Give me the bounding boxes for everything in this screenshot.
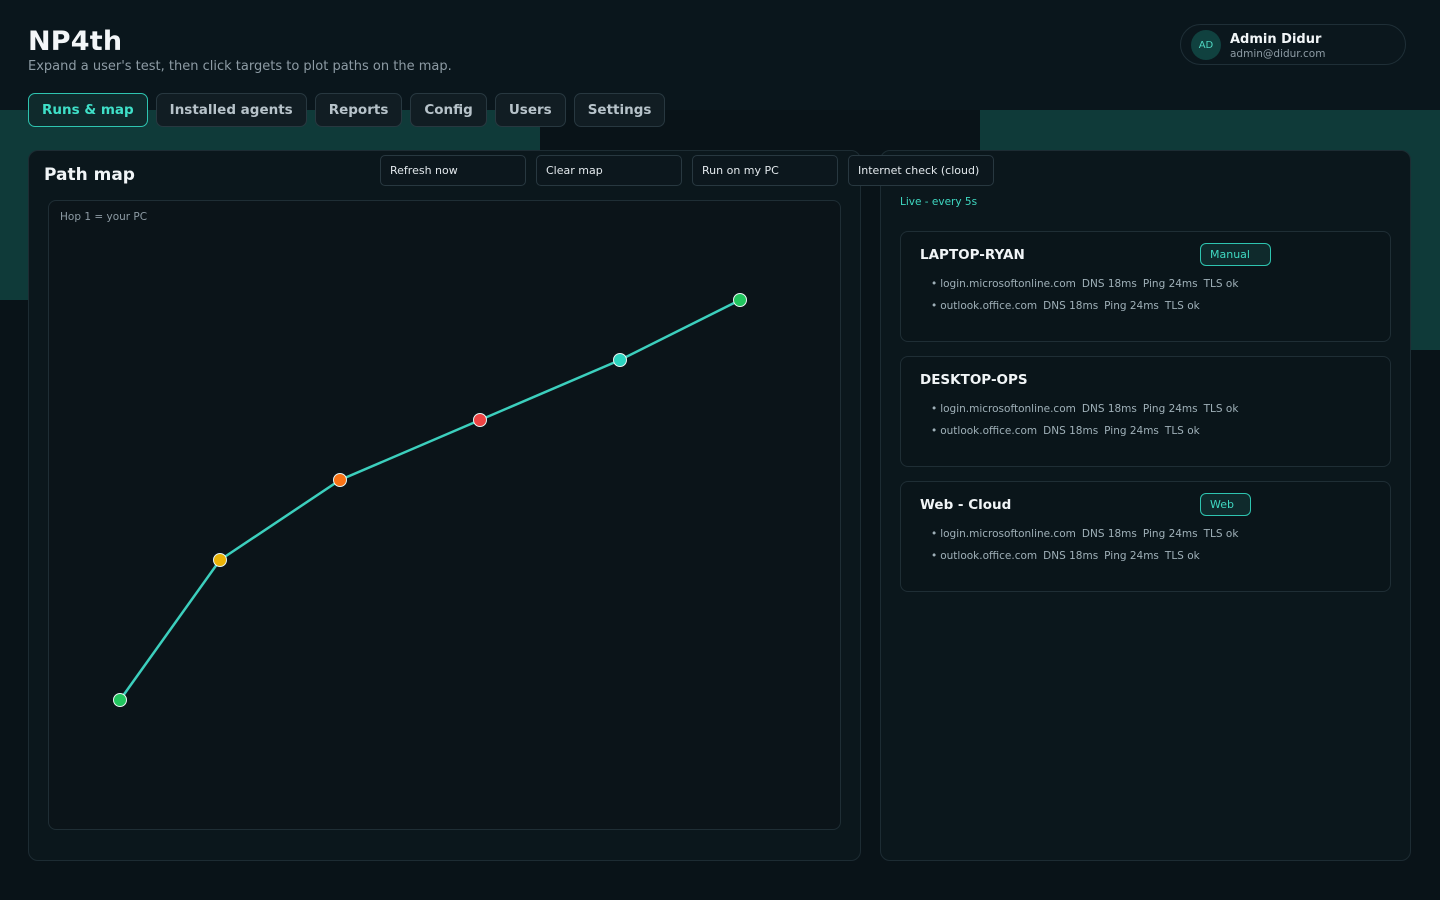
panel-title: Path map [44,165,135,185]
target-tls: TLS ok [1203,403,1239,415]
target-host: login.microsoftonline.com [940,528,1076,540]
bullet-icon: • [931,425,938,437]
target-tls: TLS ok [1203,528,1239,540]
tab-runs-map[interactable]: Runs & map [28,93,148,127]
app-subtitle: Expand a user's test, then click targets… [28,59,452,74]
agent-name: LAPTOP-RYAN [920,247,1025,263]
target-dns: DNS 18ms [1043,425,1099,437]
target-tls: TLS ok [1203,278,1239,290]
agent-card[interactable]: Web - Cloud Web • login.microsoftonline.c… [900,481,1391,592]
target-tls: TLS ok [1164,300,1200,312]
user-menu[interactable]: AD Admin Didur admin@didur.com [1180,24,1406,65]
path-map-panel: Path map Hop 1 = your PC [28,150,861,861]
hop-marker-3[interactable] [333,473,347,487]
map-toolbar: Refresh now Clear map Run on my PC Inter… [380,155,994,186]
target-row[interactable]: • outlook.office.com DNS 18ms Ping 24ms TLS … [931,425,1200,437]
bullet-icon: • [931,550,938,562]
agent-badge: Web [1200,493,1251,516]
main-tabs: Runs & map Installed agents Reports Conf… [28,93,666,127]
path-map-svg [113,293,747,707]
target-ping: Ping 24ms [1142,528,1198,540]
target-tls: TLS ok [1164,425,1200,437]
target-host: outlook.office.com [940,300,1038,312]
tab-users[interactable]: Users [494,93,566,127]
target-row[interactable]: • login.microsoftonline.com DNS 18ms Ping 2… [931,278,1238,290]
target-dns: DNS 18ms [1081,528,1137,540]
target-ping: Ping 24ms [1104,300,1159,312]
target-row[interactable]: • outlook.office.com DNS 18ms Ping 24ms TLS … [931,300,1200,312]
app-title: NP4th [28,26,123,57]
refresh-button[interactable]: Refresh now [380,155,526,186]
target-dns: DNS 18ms [1081,278,1137,290]
target-dns: DNS 18ms [1043,300,1099,312]
user-email: admin@didur.com [1230,48,1326,60]
bullet-icon: • [931,528,938,540]
target-row[interactable]: • outlook.office.com DNS 18ms Ping 24ms TLS … [931,550,1200,562]
hop-marker-2[interactable] [213,553,227,567]
tab-reports[interactable]: Reports [314,93,403,127]
live-status: Live - every 5s [900,196,978,208]
tab-config[interactable]: Config [410,93,487,127]
target-ping: Ping 24ms [1142,278,1198,290]
target-ping: Ping 24ms [1142,403,1198,415]
target-host: login.microsoftonline.com [940,403,1076,415]
agent-name: Web - Cloud [920,497,1012,513]
hop-marker-6[interactable] [733,293,747,307]
bullet-icon: • [931,403,938,415]
bullet-icon: • [931,300,938,312]
target-host: outlook.office.com [940,550,1038,562]
agent-badge: Manual [1200,243,1271,266]
bullet-icon: • [931,278,938,290]
hop-marker-4[interactable] [473,413,487,427]
agent-name: DESKTOP-OPS [920,372,1028,388]
target-row[interactable]: • login.microsoftonline.com DNS 18ms Ping 2… [931,528,1238,540]
target-tls: TLS ok [1164,550,1200,562]
internet-check-button[interactable]: Internet check (cloud) [848,155,994,186]
target-dns: DNS 18ms [1081,403,1137,415]
avatar: AD [1191,30,1221,60]
hop-marker-1[interactable] [113,693,127,707]
target-ping: Ping 24ms [1104,550,1159,562]
hop-marker-5[interactable] [613,353,627,367]
agent-card[interactable]: DESKTOP-OPS • login.microsoftonline.com DN… [900,356,1391,467]
path-map-canvas[interactable]: Hop 1 = your PC [48,200,841,830]
target-row[interactable]: • login.microsoftonline.com DNS 18ms Ping 2… [931,403,1238,415]
clear-map-button[interactable]: Clear map [536,155,682,186]
hop-path-line [118,298,741,701]
user-name: Admin Didur [1230,32,1322,47]
target-ping: Ping 24ms [1104,425,1159,437]
agents-panel: Live - every 5s LAPTOP-RYAN Manual • logi… [880,150,1411,861]
run-on-pc-button[interactable]: Run on my PC [692,155,838,186]
target-host: login.microsoftonline.com [940,278,1076,290]
tab-installed-agents[interactable]: Installed agents [155,93,307,127]
target-dns: DNS 18ms [1043,550,1099,562]
tab-settings[interactable]: Settings [573,93,666,127]
target-host: outlook.office.com [940,425,1038,437]
agent-card[interactable]: LAPTOP-RYAN Manual • login.microsoftonlin… [900,231,1391,342]
